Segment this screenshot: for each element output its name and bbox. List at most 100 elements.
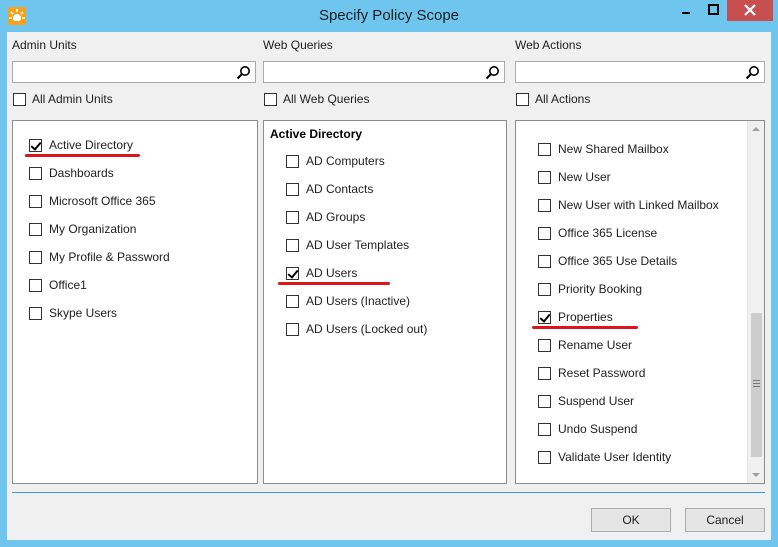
list-item[interactable]: Validate User Identity: [538, 449, 671, 465]
checkbox-active-directory[interactable]: [29, 138, 42, 152]
item-label: My Organization: [49, 222, 137, 236]
checkbox[interactable]: [538, 394, 551, 408]
list-item[interactable]: AD Contacts: [286, 181, 373, 197]
checkbox[interactable]: [538, 450, 551, 464]
cancel-button[interactable]: Cancel: [685, 508, 765, 532]
list-item[interactable]: New User: [538, 169, 611, 185]
scroll-down-icon[interactable]: [752, 473, 760, 477]
minimize-button[interactable]: [672, 0, 700, 21]
checkbox[interactable]: [538, 170, 551, 184]
ok-button[interactable]: OK: [591, 508, 671, 532]
all-web-queries-option[interactable]: All Web Queries: [264, 92, 369, 106]
all-admin-units-checkbox[interactable]: [13, 92, 26, 106]
grip-line: [753, 386, 760, 387]
checkbox[interactable]: [538, 198, 551, 212]
list-item[interactable]: Undo Suspend: [538, 421, 637, 437]
item-label: Undo Suspend: [558, 422, 638, 436]
admin-units-search-input[interactable]: [12, 61, 256, 83]
all-actions-label: All Actions: [535, 92, 591, 106]
all-actions-option[interactable]: All Actions: [516, 92, 590, 106]
scroll-up-icon[interactable]: [752, 127, 760, 131]
all-web-queries-checkbox[interactable]: [264, 92, 277, 106]
search-icon[interactable]: [485, 65, 500, 80]
list-item[interactable]: Office 365 Use Details: [538, 253, 677, 269]
web-queries-search-input[interactable]: [263, 61, 505, 83]
highlight-underline: [278, 282, 390, 285]
checkbox[interactable]: [286, 294, 299, 308]
item-label: Rename User: [558, 338, 633, 352]
list-item[interactable]: AD User Templates: [286, 237, 409, 253]
item-label: Priority Booking: [558, 282, 643, 296]
list-item[interactable]: Properties: [538, 309, 613, 325]
checkbox[interactable]: [29, 250, 42, 264]
item-label: AD Users (Inactive): [306, 294, 411, 308]
item-label: Skype Users: [49, 306, 118, 320]
list-item[interactable]: Office 365 License: [538, 225, 657, 241]
list-item[interactable]: AD Computers: [286, 153, 385, 169]
checkbox[interactable]: [29, 222, 42, 236]
list-item[interactable]: My Organization: [29, 221, 136, 237]
checkbox[interactable]: [538, 338, 551, 352]
checkbox[interactable]: [538, 422, 551, 436]
checkbox-ad-users[interactable]: [286, 266, 299, 280]
checkbox[interactable]: [286, 182, 299, 196]
checkbox[interactable]: [538, 254, 551, 268]
list-item[interactable]: Reset Password: [538, 365, 645, 381]
dialog-client-area: Admin Units All Admin Units Active Direc…: [7, 32, 771, 540]
search-icon[interactable]: [236, 65, 251, 80]
list-item[interactable]: Rename User: [538, 337, 632, 353]
list-item[interactable]: Active Directory: [29, 137, 133, 153]
item-label: AD Users: [306, 266, 358, 280]
list-item[interactable]: My Profile & Password: [29, 249, 170, 265]
all-admin-units-option[interactable]: All Admin Units: [13, 92, 113, 106]
web-actions-search-input[interactable]: [515, 61, 765, 83]
item-label: AD User Templates: [306, 238, 410, 252]
item-label: AD Contacts: [306, 182, 374, 196]
list-item[interactable]: Office1: [29, 277, 87, 293]
web-actions-label: Web Actions: [515, 38, 582, 52]
all-admin-units-label: All Admin Units: [32, 92, 113, 106]
maximize-button[interactable]: [700, 0, 727, 21]
checkbox[interactable]: [286, 210, 299, 224]
checkbox[interactable]: [29, 166, 42, 180]
item-label: Reset Password: [558, 366, 646, 380]
title-bar[interactable]: Specify Policy Scope: [0, 0, 778, 32]
checkbox[interactable]: [538, 282, 551, 296]
item-label: Office1: [49, 278, 87, 292]
scrollbar-thumb[interactable]: [751, 313, 762, 457]
window-title: Specify Policy Scope: [318, 7, 460, 24]
search-icon[interactable]: [745, 65, 760, 80]
item-label: Office 365 Use Details: [558, 254, 678, 268]
list-item[interactable]: Skype Users: [29, 305, 117, 321]
checkbox[interactable]: [29, 306, 42, 320]
list-item[interactable]: New Shared Mailbox: [538, 141, 669, 157]
list-item[interactable]: AD Groups: [286, 209, 365, 225]
list-item[interactable]: AD Users (Locked out): [286, 321, 427, 337]
checkbox[interactable]: [286, 322, 299, 336]
list-item[interactable]: Suspend User: [538, 393, 634, 409]
list-item[interactable]: AD Users (Inactive): [286, 293, 410, 309]
list-item[interactable]: Dashboards: [29, 165, 114, 181]
list-item[interactable]: Priority Booking: [538, 281, 642, 297]
checkbox[interactable]: [538, 142, 551, 156]
list-item[interactable]: New User with Linked Mailbox: [538, 197, 719, 213]
web-queries-list: Active Directory AD Computers AD Contact…: [263, 120, 507, 484]
checkbox[interactable]: [538, 366, 551, 380]
checkbox[interactable]: [286, 154, 299, 168]
all-actions-checkbox[interactable]: [516, 92, 529, 106]
list-item[interactable]: AD Users: [286, 265, 357, 281]
item-label: My Profile & Password: [49, 250, 170, 264]
list-item[interactable]: Microsoft Office 365: [29, 193, 156, 209]
item-label: Active Directory: [49, 138, 134, 152]
checkbox[interactable]: [29, 278, 42, 292]
web-actions-list: New Shared Mailbox New User New User wit…: [515, 120, 765, 484]
checkbox[interactable]: [29, 194, 42, 208]
item-label: Properties: [558, 310, 613, 324]
checkbox[interactable]: [538, 226, 551, 240]
close-button[interactable]: [727, 0, 773, 21]
maximize-icon: [708, 4, 719, 15]
item-label: Validate User Identity: [558, 450, 672, 464]
checkbox[interactable]: [286, 238, 299, 252]
vertical-scrollbar[interactable]: [747, 121, 764, 483]
checkbox-properties[interactable]: [538, 310, 551, 324]
